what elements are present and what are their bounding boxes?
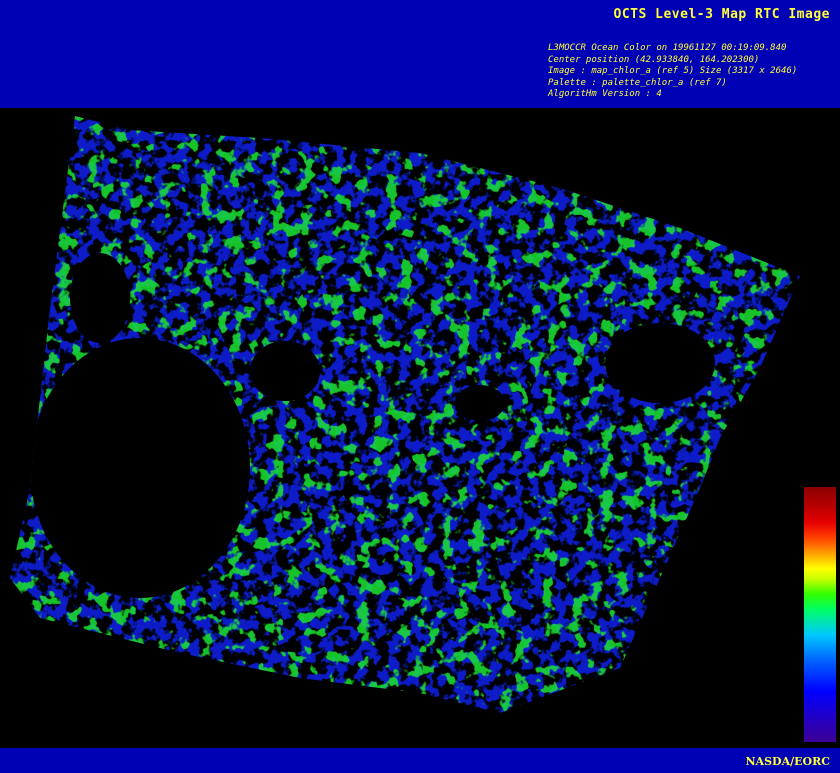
info-line-image: Image : map_chlor_a (ref 5) Size (3317 x…: [548, 66, 798, 77]
header-bar: OCTS Level-3 Map RTC Image L3MOCCR Ocean…: [0, 0, 840, 108]
info-line-dataset: L3MOCCR Ocean Color on 19961127 00:19:09…: [548, 43, 787, 53]
chlorophyll-map-svg: [10, 116, 800, 713]
image-metadata: L3MOCCR Ocean Color on 19961127 00:19:09…: [548, 43, 797, 101]
info-line-palette: Palette : palette_chlor_a (ref 7): [548, 77, 727, 88]
credit-label: NASDA/EORC: [745, 755, 831, 768]
image-title: OCTS Level-3 Map RTC Image: [613, 7, 830, 22]
info-line-center: Center position (42.933840, 164.202300): [548, 54, 760, 65]
footer-bar: NASDA/EORC: [0, 748, 840, 773]
chlorophyll-map: [0, 108, 840, 748]
info-line-algorithm: AlgoritHm Version : 4: [548, 89, 662, 100]
chlorophyll-colorbar: [804, 487, 836, 742]
